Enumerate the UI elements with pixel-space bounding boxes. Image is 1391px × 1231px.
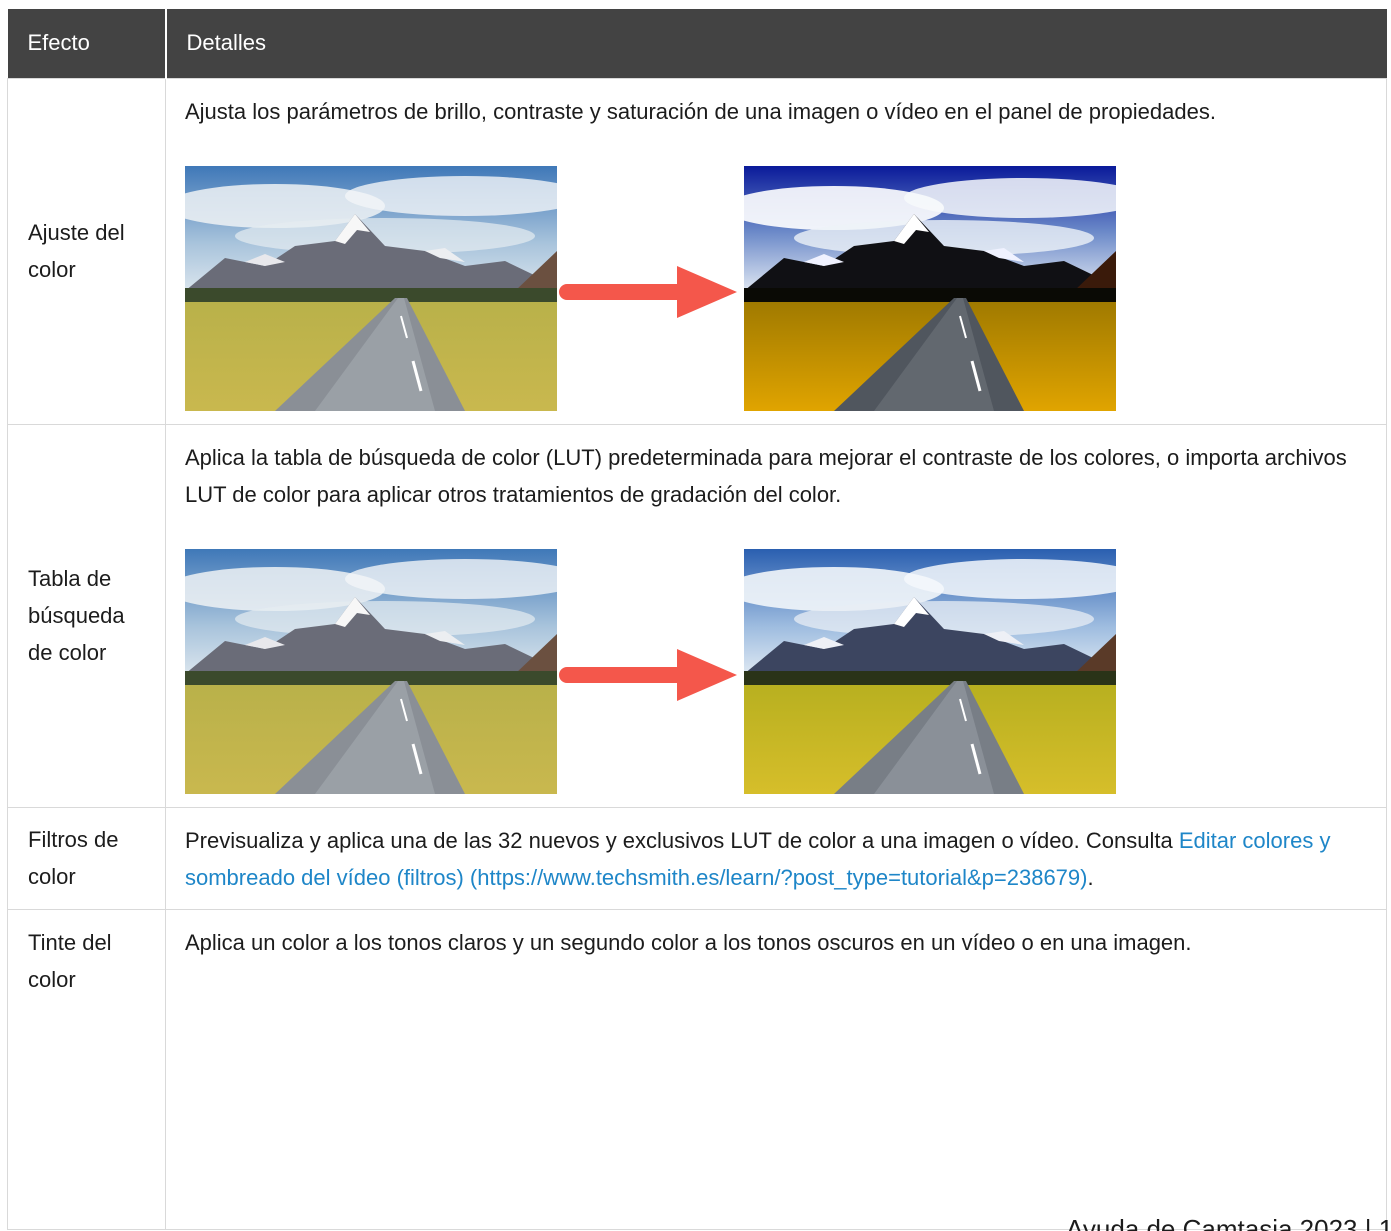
effects-table: Efecto Detalles Ajuste del color Ajusta … xyxy=(7,9,1387,1230)
effect-name-color-tint: Tinte del color xyxy=(7,908,166,1230)
table-header-row: Efecto Detalles xyxy=(7,9,1387,78)
description-text: Previsualiza y aplica una de las 32 nuev… xyxy=(185,827,1179,853)
description-text-end: . xyxy=(1087,864,1094,890)
right-arrow-icon xyxy=(559,648,737,701)
details-cell: Aplica un color a los tonos claros y un … xyxy=(165,908,1387,1230)
table-row: Ajuste del color Ajusta los parámetros d… xyxy=(7,77,1387,425)
page: Efecto Detalles Ajuste del color Ajusta … xyxy=(0,0,1391,1231)
right-arrow-icon xyxy=(559,265,737,318)
before-after-figure xyxy=(185,165,1116,411)
effect-description: Aplica la tabla de búsqueda de color (LU… xyxy=(185,444,1347,507)
effect-description: Aplica un color a los tonos claros y un … xyxy=(185,929,1192,955)
header-details: Detalles xyxy=(164,9,1387,78)
header-effect: Efecto xyxy=(7,9,166,78)
details-cell: Ajusta los parámetros de brillo, contras… xyxy=(165,77,1387,425)
page-footer: Ayuda de Camtasia 2023 | 1 xyxy=(1066,1214,1391,1231)
table-row: Tabla de búsqueda de color Aplica la tab… xyxy=(7,423,1387,808)
details-cell: Previsualiza y aplica una de las 32 nuev… xyxy=(165,806,1387,910)
landscape-before-image xyxy=(185,548,557,794)
landscape-before-image xyxy=(185,165,557,411)
table-row: Filtros de color Previsualiza y aplica u… xyxy=(7,806,1387,910)
effect-description: Ajusta los parámetros de brillo, contras… xyxy=(185,98,1216,124)
landscape-after-image xyxy=(744,165,1116,411)
effect-description: Previsualiza y aplica una de las 32 nuev… xyxy=(185,822,1366,896)
effect-name-color-adjust: Ajuste del color xyxy=(7,77,166,425)
landscape-after-image xyxy=(744,548,1116,794)
effect-name-color-filters: Filtros de color xyxy=(7,806,166,910)
before-after-figure xyxy=(185,548,1116,794)
details-cell: Aplica la tabla de búsqueda de color (LU… xyxy=(165,423,1387,808)
table-row: Tinte del color Aplica un color a los to… xyxy=(7,908,1387,1230)
effect-name-color-lut: Tabla de búsqueda de color xyxy=(7,423,166,808)
